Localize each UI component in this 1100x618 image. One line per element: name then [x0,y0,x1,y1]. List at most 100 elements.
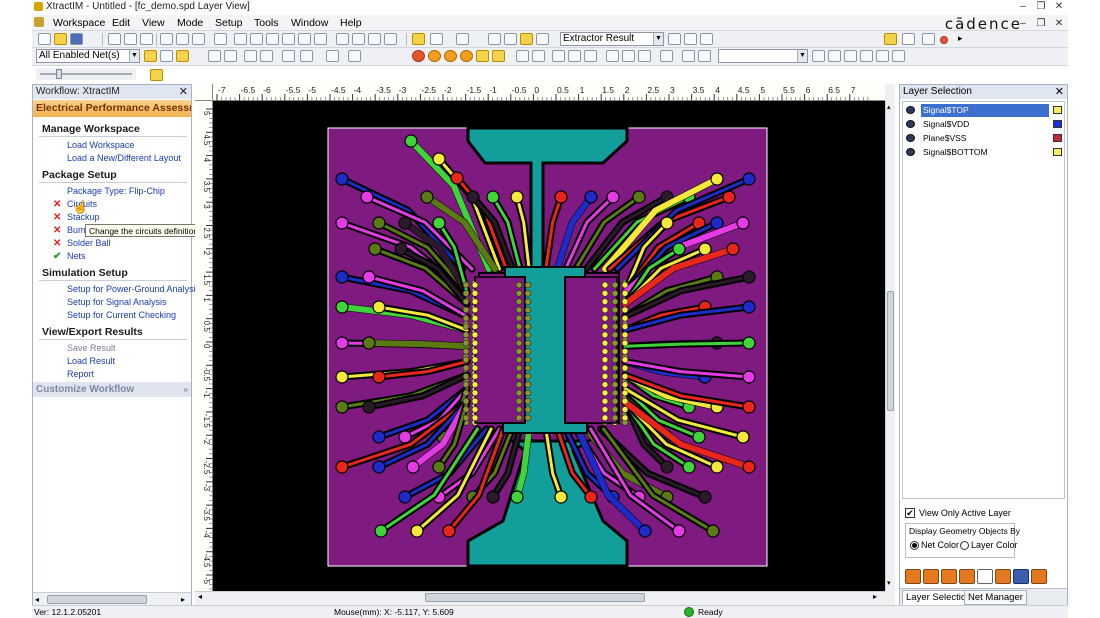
scroll-up-icon[interactable]: ▴ [887,103,891,111]
menu-window[interactable]: Window [287,16,332,30]
menu-view[interactable]: View [138,16,169,30]
chevron-down-icon[interactable]: » [184,382,188,397]
open-folder-icon[interactable] [54,33,67,45]
search-icon[interactable] [812,50,825,62]
link-solder-ball[interactable]: Solder Ball [67,238,111,248]
menu-setup[interactable]: Setup [211,16,246,30]
settings-icon[interactable] [902,33,915,45]
pointer-icon[interactable] [326,50,339,62]
circle-red-icon[interactable] [412,50,425,62]
box-select-icon[interactable] [352,33,365,45]
bend-icon[interactable] [176,50,189,62]
scroll-left-icon[interactable]: ◂ [198,592,202,601]
arc-tool-icon[interactable] [923,569,939,584]
new-file-icon[interactable] [38,33,51,45]
result-combo[interactable]: Extractor Result ▼ [560,32,664,46]
cross-probe-icon[interactable] [348,50,361,62]
play-icon[interactable] [124,33,137,45]
tag-icon[interactable] [698,50,711,62]
view-only-active-checkbox[interactable]: ✔ [905,508,915,518]
menu-edit[interactable]: Edit [108,16,134,30]
cross-icon[interactable] [682,50,695,62]
net-b-icon[interactable] [532,50,545,62]
canvas-hscroll[interactable]: ◂ ▸ [195,591,885,603]
zoom-prev-icon[interactable] [282,33,295,45]
image-icon[interactable] [536,33,549,45]
pin-icon[interactable] [660,50,673,62]
chevron-down-icon[interactable]: ▼ [129,50,139,62]
scroll-thumb[interactable] [887,291,894,411]
options-icon[interactable] [884,33,897,45]
link-nets[interactable]: Nets [67,251,86,261]
close-icon[interactable]: ✕ [179,85,188,99]
circle-orange-icon[interactable] [428,50,441,62]
highlight-icon[interactable] [520,33,533,45]
layer-color-swatch[interactable] [1053,106,1062,114]
eye-icon[interactable] [906,134,915,142]
redo-icon[interactable] [456,33,469,45]
select-tool-icon[interactable] [336,33,349,45]
line-tool-icon[interactable] [192,33,205,45]
cursor-icon[interactable] [300,50,313,62]
layer-icon[interactable] [504,33,517,45]
column2-icon[interactable] [622,50,635,62]
scroll-thumb[interactable] [425,593,645,602]
scroll-thumb[interactable] [47,595,147,604]
split-tool-icon[interactable] [959,569,975,584]
link-load-layout[interactable]: Load a New/Different Layout [67,153,181,163]
refresh-icon[interactable] [214,33,227,45]
copy-icon[interactable] [684,33,697,45]
layer-row-signal-bottom[interactable]: Signal$BOTTOM [903,146,1064,159]
eye-icon[interactable] [906,120,915,128]
trace-icon[interactable] [144,50,157,62]
workflow-hscroll[interactable]: ◂ ▸ [33,592,191,606]
undo-icon[interactable] [430,33,443,45]
link-load-workspace[interactable]: Load Workspace [67,140,134,150]
link-setup-current[interactable]: Setup for Current Checking [67,310,176,320]
layer-row-signal-vdd[interactable]: Signal$VDD [903,118,1064,131]
rect-tool-icon[interactable] [176,33,189,45]
paste-icon[interactable] [700,33,713,45]
column-icon[interactable] [606,50,619,62]
tab-net-manager[interactable]: Net Manager [964,590,1027,605]
bump-icon[interactable] [492,50,505,62]
ruler-icon[interactable] [282,50,295,62]
pause-icon[interactable] [108,33,121,45]
dash-icon[interactable] [260,50,273,62]
scroll-right-icon[interactable]: ▸ [181,595,185,604]
edit-shape-icon[interactable] [384,33,397,45]
folder-icon[interactable] [412,33,425,45]
close-icon[interactable]: ✕ [1055,85,1064,99]
export-icon[interactable] [668,33,681,45]
app-menu-icon[interactable] [34,17,44,27]
ring-icon[interactable] [444,50,457,62]
link-setup-signal[interactable]: Setup for Signal Analysis [67,297,167,307]
properties-icon[interactable] [922,33,935,45]
layer-row-signal-top[interactable]: Signal$TOP [903,104,1064,117]
layer-color-radio[interactable] [960,541,969,550]
doc-restore-button[interactable]: ❐ [1032,17,1050,30]
link-load-result[interactable]: Load Result [67,356,115,366]
horizontal-icon[interactable] [160,50,173,62]
dot-tool-icon[interactable] [977,569,993,584]
layer-row-plane-vss[interactable]: Plane$VSS [903,132,1064,145]
customize-workflow[interactable]: Customize Workflow » [33,382,191,397]
menu-workspace[interactable]: Workspace [49,16,109,30]
menu-tools[interactable]: Tools [250,16,283,30]
restore-button[interactable]: ❐ [1032,0,1050,13]
eye-icon[interactable] [906,106,915,114]
menu-help[interactable]: Help [336,16,366,30]
bars-icon[interactable] [160,33,173,45]
grid-icon[interactable] [584,50,597,62]
zoom-area-icon[interactable] [298,33,311,45]
pad-icon[interactable] [476,50,489,62]
net-color-radio[interactable] [910,541,919,550]
column3-icon[interactable] [638,50,651,62]
frame-icon[interactable] [488,33,501,45]
light-icon[interactable] [150,69,163,81]
tool-a-icon[interactable] [828,50,841,62]
link-package-type[interactable]: Package Type: Flip-Chip [67,186,165,196]
tool-c-icon[interactable] [860,50,873,62]
doc-minimize-button[interactable]: – [1014,17,1032,30]
layout-canvas[interactable] [213,101,885,591]
